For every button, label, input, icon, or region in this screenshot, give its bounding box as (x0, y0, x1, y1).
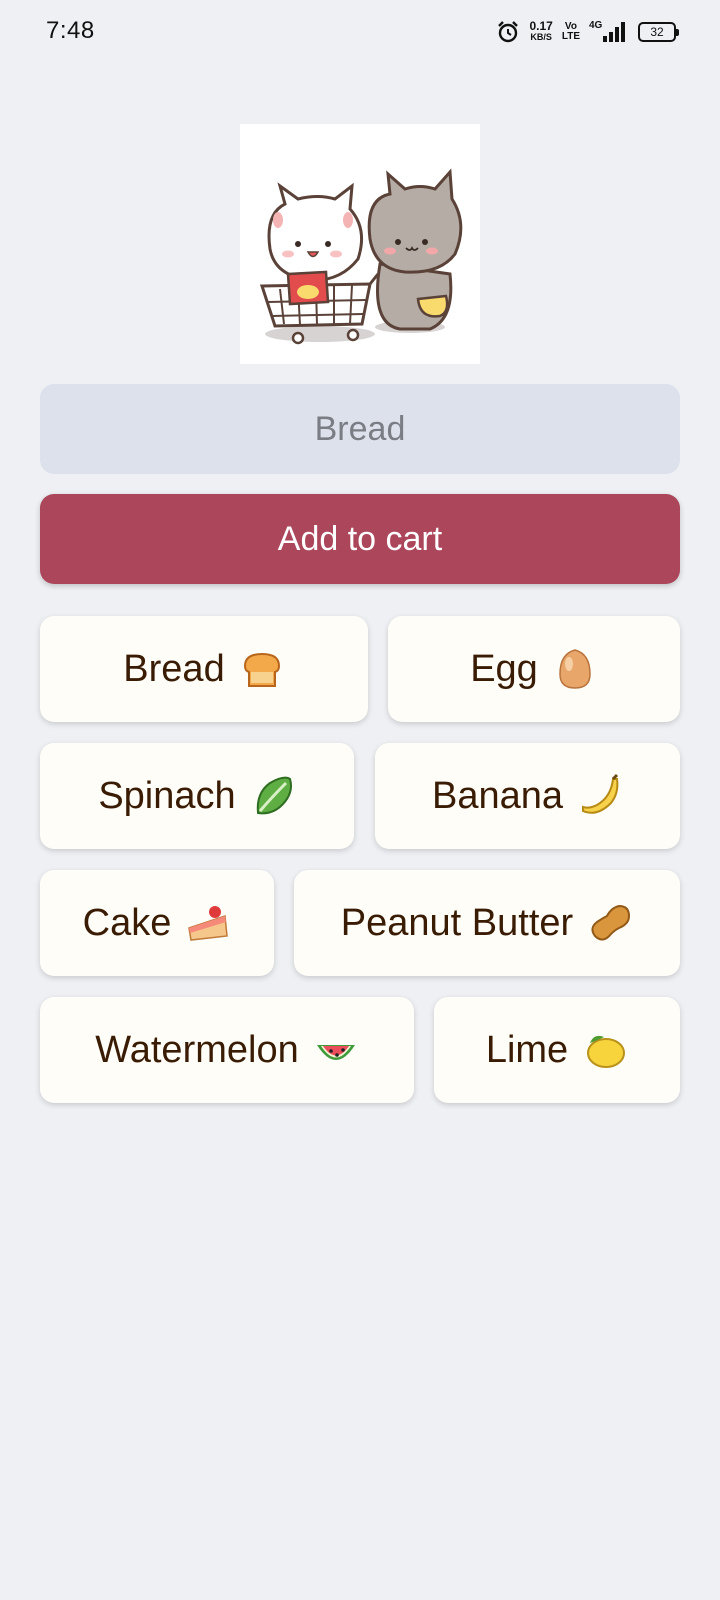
item-input[interactable] (40, 384, 680, 474)
add-to-cart-button[interactable]: Add to cart (40, 494, 680, 584)
network-type: 4G (589, 20, 603, 31)
item-chip-cake[interactable]: Cake (40, 870, 274, 976)
alarm-icon (498, 21, 519, 43)
item-chip-label: Bread (123, 647, 225, 690)
banana-icon (582, 773, 619, 814)
battery-icon: 32 (638, 22, 679, 42)
signal-icon: 4G (589, 20, 629, 44)
network-speed-value: 0.17 (529, 19, 553, 33)
item-chip-label: Lime (485, 1028, 569, 1071)
spinach-icon (256, 776, 292, 815)
watermelon-icon (316, 1045, 355, 1060)
cake-icon (188, 906, 229, 941)
item-chip-label: Spinach (98, 774, 236, 817)
item-chip-bread[interactable]: Bread (40, 616, 368, 722)
peanut-icon (591, 904, 631, 941)
battery-level: 32 (650, 25, 664, 39)
item-chip-lime[interactable]: Lime (434, 997, 680, 1103)
item-chip-label: Cake (82, 901, 172, 944)
item-chip-label: Banana (431, 774, 563, 817)
item-chip-label: Peanut Butter (340, 901, 574, 944)
item-chip-label: Watermelon (95, 1028, 299, 1071)
cats-shopping-illustration (240, 124, 480, 364)
item-chip-peanut-butter[interactable]: Peanut Butter (294, 870, 680, 976)
item-chip-banana[interactable]: Banana (375, 743, 680, 849)
bread-icon (243, 652, 280, 687)
item-chip-label: Egg (470, 647, 538, 690)
egg-icon (559, 649, 591, 689)
lemon-icon (587, 1035, 626, 1068)
status-time: 7:48 (46, 17, 95, 44)
status-bar: 7:48 0.17 KB/S Vo LTE 4G 32 (0, 0, 720, 64)
network-speed-unit: KB/S (530, 32, 552, 42)
item-chip-watermelon[interactable]: Watermelon (40, 997, 414, 1103)
volte-indicator: Vo LTE (562, 22, 580, 42)
volte-bottom: LTE (561, 31, 580, 42)
network-speed: 0.17 KB/S (529, 19, 553, 43)
status-icons: 0.17 KB/S Vo LTE 4G 32 (496, 18, 679, 46)
item-chip-egg[interactable]: Egg (388, 616, 680, 722)
item-chip-spinach[interactable]: Spinach (40, 743, 354, 849)
